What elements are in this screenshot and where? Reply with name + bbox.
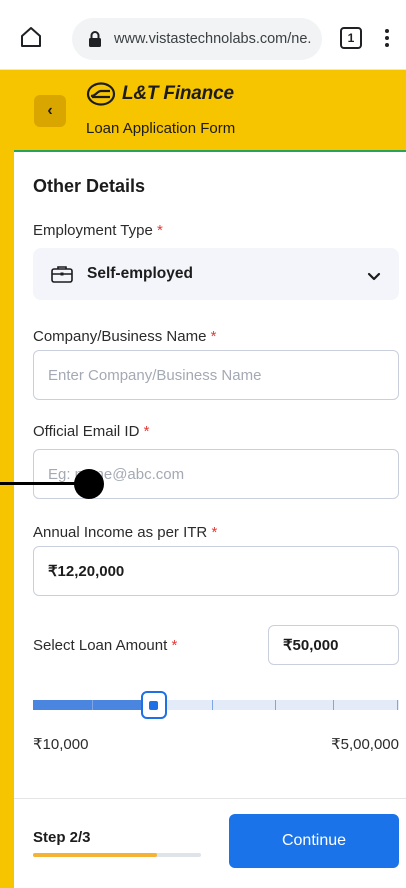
required-mark: * — [210, 328, 217, 345]
employment-type-label: Employment Type * — [33, 222, 163, 239]
required-mark: * — [156, 222, 163, 239]
browser-toolbar: www.vistastechnolabs.com/ne. 1 — [0, 0, 406, 70]
section-title: Other Details — [33, 176, 146, 196]
official-email-label: Official Email ID * — [33, 423, 150, 440]
touch-pointer — [74, 469, 104, 499]
required-mark: * — [211, 524, 218, 541]
company-name-input[interactable] — [33, 350, 399, 400]
chevron-down-icon — [367, 269, 381, 281]
step-indicator: Step 2/3 — [33, 829, 91, 846]
page-side-frame — [0, 70, 14, 888]
form-title: Loan Application Form — [86, 120, 236, 137]
employment-type-select[interactable]: Self-employed — [33, 248, 399, 300]
slider-tick — [333, 700, 335, 710]
brand-logo-icon — [86, 82, 116, 106]
back-button[interactable]: ‹ — [34, 95, 66, 127]
slider-tick — [397, 700, 399, 710]
loan-amount-label: Select Loan Amount * — [33, 637, 178, 654]
slider-min-label: ₹10,000 — [33, 736, 89, 753]
form-content: Other Details Employment Type * Self-emp… — [14, 152, 406, 798]
step-progress-bar — [33, 853, 201, 857]
step-progress-fill — [33, 853, 158, 857]
annual-income-input[interactable] — [33, 546, 399, 596]
employment-type-value: Self-employed — [87, 265, 193, 282]
url-text: www.vistastechnolabs.com/ne. — [114, 31, 312, 47]
slider-max-label: ₹5,00,000 — [331, 736, 399, 753]
loan-amount-slider[interactable] — [33, 691, 399, 719]
brand-name: L&T Finance — [122, 83, 234, 104]
home-icon[interactable] — [18, 24, 44, 50]
address-bar[interactable]: www.vistastechnolabs.com/ne. — [72, 18, 322, 60]
required-mark: * — [171, 637, 178, 654]
annual-income-label: Annual Income as per ITR * — [33, 524, 218, 541]
more-vert-icon[interactable] — [378, 26, 396, 50]
loan-amount-field[interactable]: ₹50,000 — [268, 625, 399, 665]
slider-tick — [274, 700, 276, 710]
continue-button[interactable]: Continue — [229, 814, 399, 868]
slider-fill — [33, 700, 154, 710]
pointer-line — [0, 482, 84, 485]
slider-tick — [91, 700, 93, 710]
app-header: ‹ L&T Finance Loan Application Form — [14, 70, 406, 152]
company-name-label: Company/Business Name * — [33, 328, 217, 345]
briefcase-icon — [51, 265, 73, 283]
lock-icon — [88, 31, 102, 47]
tabs-icon[interactable]: 1 — [340, 27, 362, 49]
brand: L&T Finance — [86, 82, 234, 106]
slider-thumb[interactable] — [140, 691, 167, 719]
slider-tick — [212, 700, 214, 710]
form-footer: Step 2/3 Continue — [14, 798, 406, 888]
required-mark: * — [143, 423, 150, 440]
